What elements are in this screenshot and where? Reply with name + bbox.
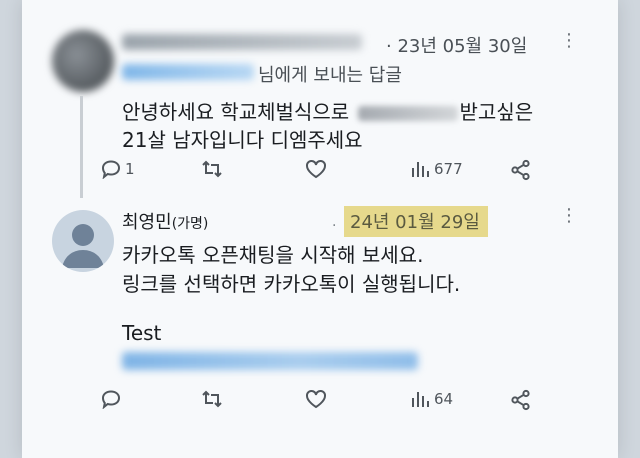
avatar-blurred[interactable] [52, 30, 114, 92]
post2-action-bar: 64 [0, 389, 596, 415]
retweet-button[interactable] [200, 389, 224, 409]
reply-icon [101, 160, 121, 179]
views-count: 677 [434, 160, 463, 178]
person-silhouette-icon [62, 224, 104, 268]
retweet-button[interactable] [200, 159, 224, 179]
separator-dot: · [332, 218, 337, 234]
views-count: 64 [434, 390, 454, 408]
post1-text-line1-end: 받고싶은 [459, 100, 534, 124]
kakao-open-chat-link-blurred[interactable] [122, 352, 418, 370]
reply-to-handle-blurred[interactable] [122, 64, 254, 80]
views-button[interactable]: 64 [410, 389, 453, 409]
post2-text-line1: 카카오톡 오픈채팅을 시작해 보세요. [122, 243, 424, 267]
post1-date: · 23년 05월 30일 [386, 36, 528, 57]
retweet-icon [202, 160, 222, 178]
share-button[interactable] [510, 389, 532, 411]
default-avatar[interactable] [52, 210, 114, 272]
post1-action-bar: 1 677 [0, 159, 596, 185]
author-name-text: 최영민 [122, 212, 172, 233]
post2-text-line3: Test [122, 321, 162, 345]
like-button[interactable] [305, 389, 327, 409]
post1-text-line2: 21살 남자입니다 디엠주세요 [122, 128, 363, 152]
share-button[interactable] [510, 159, 532, 181]
censored-word-blur [357, 106, 458, 121]
heart-icon [306, 159, 326, 179]
reply-count: 1 [125, 160, 135, 178]
reply-button[interactable] [100, 389, 122, 409]
post1-text-line1-start: 안녕하세요 학교체벌식으로 [122, 100, 356, 124]
views-bar-chart-icon [412, 392, 429, 407]
post2-date-highlighted: 24년 01월 29일 [344, 206, 488, 237]
author-name[interactable]: 최영민(가명) [122, 208, 208, 234]
reply-icon [101, 390, 121, 409]
more-options-icon[interactable]: ⋮ [560, 30, 578, 51]
share-icon [511, 389, 530, 411]
retweet-icon [202, 390, 222, 408]
post1-text-line1: 안녕하세요 학교체벌식으로 받고싶은 [122, 96, 533, 125]
views-button[interactable]: 677 [410, 159, 463, 179]
share-icon [511, 159, 530, 181]
reply-to-label: 님에게 보내는 답글 [258, 65, 402, 86]
username-blurred[interactable] [122, 34, 362, 50]
more-options-icon[interactable]: ⋮ [560, 205, 578, 226]
post2-text-line2: 링크를 선택하면 카카오톡이 실행됩니다. [122, 272, 461, 296]
like-button[interactable] [305, 159, 327, 179]
reply-button[interactable]: 1 [100, 159, 135, 179]
author-name-note: (가명) [171, 216, 209, 232]
heart-icon [306, 389, 326, 409]
views-bar-chart-icon [412, 162, 429, 177]
